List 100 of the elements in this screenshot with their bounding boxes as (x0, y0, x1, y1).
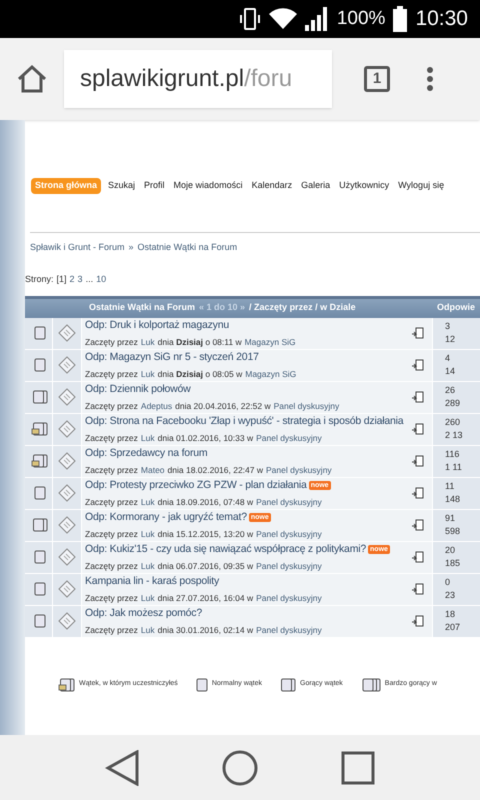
view-count: 2 13 (445, 429, 464, 442)
thread-link[interactable]: Odp: Protesty przeciwko ZG PZW - plan działania (85, 478, 307, 494)
nav-link[interactable]: Wyloguj się (396, 179, 446, 192)
nav-link[interactable]: Kalendarz (250, 179, 294, 192)
author-link[interactable]: Adeptus (140, 400, 172, 412)
post-icon (58, 420, 76, 438)
view-count: 1 11 (445, 461, 463, 474)
post-icon (58, 452, 76, 470)
board-link[interactable]: Magazyn SiG (244, 336, 296, 348)
thread-meta: Zaczęty przez Luk dnia 15.12.2015, 13:20 w Panel dyskusyjny (85, 528, 323, 540)
wifi-icon (268, 8, 297, 30)
home-icon[interactable] (16, 64, 48, 94)
home-circle-icon[interactable] (222, 750, 258, 786)
thread-status-icon (32, 358, 46, 372)
reply-count: 91 (445, 512, 456, 524)
thread-meta: Zaczęty przez Mateo dnia 18.02.2016, 22:47 w Panel dyskusyjny (85, 464, 333, 476)
thread-status-icon (32, 486, 46, 500)
author-link[interactable]: Luk (140, 336, 155, 348)
thread-link[interactable]: Odp: Sprzedawcy na forum (85, 446, 208, 462)
thread-link[interactable]: Kampania lin - karaś pospolity (85, 574, 220, 590)
recent-apps-icon[interactable] (340, 750, 375, 784)
thread-link[interactable]: Odp: Jak możesz pomóc? (85, 606, 202, 622)
nav-link[interactable]: Szukaj (106, 179, 138, 192)
nav-link[interactable]: Moje wiadomości (172, 179, 245, 192)
reply-count: 26 (445, 384, 456, 396)
view-count: 207 (445, 621, 462, 634)
post-icon (58, 356, 76, 374)
board-link[interactable]: Panel dyskusyjny (266, 464, 332, 476)
page-link[interactable]: 3 (78, 273, 83, 286)
battery-icon (393, 6, 408, 32)
page-link[interactable]: 2 (70, 273, 75, 286)
board-link[interactable]: Magazyn SiG (245, 368, 296, 380)
thread-meta: Zaczęty przez Luk dnia Dzisiaj o 08:05 w Magazyn SiG (85, 368, 298, 380)
thread-meta: Zaczęty przez Luk dnia 18.09.2016, 07:48 w Panel dyskusyjny (85, 496, 323, 508)
last-post-icon[interactable] (412, 583, 424, 595)
board-link[interactable]: Panel dyskusyjny (256, 624, 322, 636)
header-text: Odpowie (436, 301, 475, 314)
thread-status-icon (32, 614, 46, 628)
menu-icon[interactable] (426, 66, 434, 92)
last-post-icon[interactable] (412, 519, 424, 531)
thread-link[interactable]: Odp: Kukiz'15 - czy uda się nawiązać współpracę z politykami? (85, 542, 366, 558)
last-post-icon[interactable] (412, 423, 424, 435)
post-icon (58, 548, 76, 566)
nav-link[interactable]: Galeria (299, 179, 332, 192)
post-icon (58, 484, 76, 502)
thread-meta: Zaczęty przez Luk dnia 30.01.2016, 02:14 w Panel dyskusyjny (85, 624, 323, 636)
breadcrumb-link[interactable]: Ostatnie Wątki na Forum (138, 240, 238, 254)
thread-meta: Zaczęty przez Luk dnia 06.07.2016, 09:35 w Panel dyskusyjny (85, 560, 323, 572)
author-link[interactable]: Luk (140, 528, 155, 540)
thread-status-icon (30, 454, 48, 468)
view-count: 185 (445, 557, 462, 570)
view-count: 14 (445, 365, 456, 378)
post-icon (58, 388, 76, 406)
last-post-icon[interactable] (412, 615, 424, 627)
view-count: 289 (445, 397, 462, 410)
tab-count-button[interactable]: 1 (364, 66, 390, 92)
view-count: 148 (445, 493, 462, 506)
thread-meta: Zaczęty przez Luk dnia 01.02.2016, 10:33 w Panel dyskusyjny (85, 432, 323, 444)
post-icon (58, 516, 76, 534)
back-icon[interactable] (105, 750, 140, 786)
page-link[interactable]: 10 (96, 273, 106, 286)
board-link[interactable]: Panel dyskusyjny (256, 496, 322, 508)
thread-meta: Zaczęty przez Adeptus dnia 20.04.2016, 22:52 w Panel dyskusyjny (85, 400, 340, 412)
last-post-icon[interactable] (412, 327, 424, 339)
author-link[interactable]: Luk (140, 432, 155, 444)
board-link[interactable]: Panel dyskusyjny (256, 592, 322, 604)
nav-link[interactable]: Profil (142, 179, 167, 192)
author-link[interactable]: Luk (140, 624, 155, 636)
last-post-icon[interactable] (412, 391, 424, 403)
thread-status-icon (194, 678, 208, 692)
last-post-icon[interactable] (412, 359, 424, 371)
author-link[interactable]: Luk (140, 368, 155, 380)
pages-ellipsis: ... (86, 273, 94, 286)
battery-percent: 100% (336, 6, 386, 31)
header-text: / Zaczęty przez / w Dziale (249, 301, 356, 314)
last-post-icon[interactable] (412, 551, 424, 563)
thread-link[interactable]: Odp: Kormorany - jak ugryźć temat? (85, 510, 247, 526)
nav-link[interactable]: Użytkownicy (337, 179, 392, 192)
board-link[interactable]: Panel dyskusyjny (274, 400, 340, 412)
board-link[interactable]: Panel dyskusyjny (256, 432, 322, 444)
header-title: Ostatnie Wątki na Forum (89, 301, 196, 314)
breadcrumb-link[interactable]: Spławik i Grunt - Forum (30, 240, 125, 254)
thread-status-icon (30, 422, 48, 436)
thread-link[interactable]: Odp: Dziennik połowów (85, 382, 191, 398)
author-link[interactable]: Luk (140, 496, 155, 508)
author-link[interactable]: Luk (140, 560, 155, 572)
board-link[interactable]: Panel dyskusyjny (256, 560, 322, 572)
reply-count: 3 (445, 320, 452, 332)
author-link[interactable]: Luk (140, 592, 155, 604)
clock: 10:30 (415, 6, 468, 32)
author-link[interactable]: Mateo (140, 464, 165, 476)
last-post-icon[interactable] (412, 455, 424, 467)
post-icon (58, 324, 76, 342)
thread-link[interactable]: Odp: Druk i kolportaż magazynu (85, 318, 229, 334)
thread-link[interactable]: Odp: Strona na Facebooku 'Złap i wypuść' - strategia i sposób działania (85, 414, 404, 430)
board-link[interactable]: Panel dyskusyjny (256, 528, 322, 540)
last-post-icon[interactable] (412, 487, 424, 499)
thread-link[interactable]: Odp: Magazyn SiG nr 5 - styczeń 2017 (85, 350, 259, 366)
url-field[interactable]: splawikigrunt.pl/foru (64, 50, 332, 108)
view-count: 23 (445, 589, 456, 602)
